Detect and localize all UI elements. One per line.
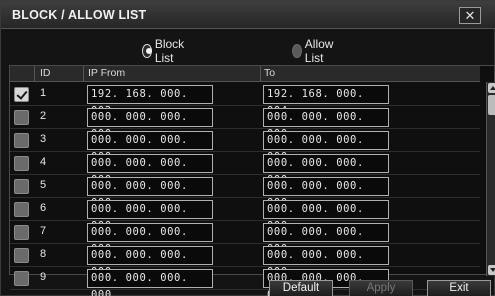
apply-button[interactable]: Apply: [349, 280, 413, 296]
table-row[interactable]: 4 000. 000. 000. 000 000. 000. 000. 000: [10, 152, 480, 186]
close-icon: ✕: [464, 8, 476, 23]
row-checkbox[interactable]: [14, 225, 29, 240]
row-id: 3: [40, 133, 47, 145]
row-checkbox[interactable]: [14, 156, 29, 171]
vertical-scrollbar[interactable]: [486, 82, 495, 276]
column-divider: [34, 66, 35, 81]
ip-list-table: ID IP From To 1 192. 168. 000. 002 192. 16…: [9, 65, 495, 296]
title-bar: BLOCK / ALLOW LIST ✕: [1, 1, 495, 29]
ip-to-field[interactable]: 192. 168. 000. 004: [263, 85, 389, 117]
default-button[interactable]: Default: [269, 280, 333, 296]
ip-to-field[interactable]: 000. 000. 000. 000: [263, 223, 389, 255]
row-id: 7: [40, 225, 47, 237]
row-id: 5: [40, 179, 47, 191]
column-divider: [83, 66, 84, 81]
row-checkbox[interactable]: [14, 87, 29, 102]
ip-to-field[interactable]: 000. 000. 000. 000: [263, 200, 389, 232]
close-button[interactable]: ✕: [459, 7, 481, 24]
ip-from-field[interactable]: 000. 000. 000. 000: [87, 223, 213, 255]
ip-from-field[interactable]: 000. 000. 000. 000: [87, 131, 213, 163]
header-ip-from: IP From: [88, 67, 126, 79]
block-list-option[interactable]: Block List: [142, 37, 188, 65]
table-row[interactable]: 8 000. 000. 000. 000 000. 000. 000. 000: [10, 244, 480, 278]
table-row[interactable]: 5 000. 000. 000. 000 000. 000. 000. 000: [10, 175, 480, 209]
ip-from-field[interactable]: 000. 000. 000. 000: [87, 200, 213, 232]
table-row[interactable]: 1 192. 168. 000. 002 192. 168. 000. 004: [10, 83, 480, 117]
exit-button[interactable]: Exit: [427, 280, 491, 296]
scroll-up-icon[interactable]: [488, 83, 495, 93]
row-id: 9: [40, 271, 47, 283]
row-checkbox[interactable]: [14, 179, 29, 194]
row-id: 8: [40, 248, 47, 260]
table-row[interactable]: 7 000. 000. 000. 000 000. 000. 000. 000: [10, 221, 480, 255]
row-checkbox[interactable]: [14, 248, 29, 263]
allow-list-label: Allow List: [304, 37, 334, 65]
row-id: 2: [40, 110, 47, 122]
row-id: 6: [40, 202, 47, 214]
ip-from-field[interactable]: 000. 000. 000. 000: [87, 246, 213, 278]
table-row[interactable]: 6 000. 000. 000. 000 000. 000. 000. 000: [10, 198, 480, 232]
block-list-label: Block List: [154, 37, 185, 65]
ip-to-field[interactable]: 000. 000. 000. 000: [263, 131, 389, 163]
dialog-title: BLOCK / ALLOW LIST: [12, 8, 147, 22]
row-checkbox[interactable]: [14, 133, 29, 148]
row-checkbox[interactable]: [14, 202, 29, 217]
table-row[interactable]: 2 000. 000. 000. 000 000. 000. 000. 000: [10, 106, 480, 140]
radio-unselected-icon[interactable]: [292, 44, 302, 58]
table-row[interactable]: 3 000. 000. 000. 000 000. 000. 000. 000: [10, 129, 480, 163]
row-checkbox[interactable]: [14, 271, 29, 286]
header-id: ID: [40, 67, 51, 79]
ip-to-field[interactable]: 000. 000. 000. 000: [263, 154, 389, 186]
ip-to-field[interactable]: 000. 000. 000. 000: [263, 177, 389, 209]
block-allow-list-dialog: BLOCK / ALLOW LIST ✕ Block List Allow Li…: [0, 0, 495, 296]
scroll-down-icon[interactable]: [488, 265, 495, 275]
ip-from-field[interactable]: 000. 000. 000. 000: [87, 154, 213, 186]
row-checkbox[interactable]: [14, 110, 29, 125]
ip-from-field[interactable]: 192. 168. 000. 002: [87, 85, 213, 117]
header-to: To: [264, 67, 276, 79]
radio-selected-icon[interactable]: [142, 44, 152, 58]
row-id: 1: [40, 87, 47, 99]
table-header: ID IP From To: [10, 66, 480, 82]
ip-to-field[interactable]: 000. 000. 000. 000: [263, 108, 389, 140]
ip-to-field[interactable]: 000. 000. 000. 000: [263, 246, 389, 278]
ip-from-field[interactable]: 000. 000. 000. 000: [87, 108, 213, 140]
allow-list-option[interactable]: Allow List: [292, 37, 338, 65]
scroll-thumb[interactable]: [488, 95, 495, 115]
ip-from-field[interactable]: 000. 000. 000. 000: [87, 177, 213, 209]
row-id: 4: [40, 156, 47, 168]
column-divider: [260, 66, 261, 81]
ip-from-field[interactable]: 000. 000. 000. 000: [87, 269, 213, 296]
